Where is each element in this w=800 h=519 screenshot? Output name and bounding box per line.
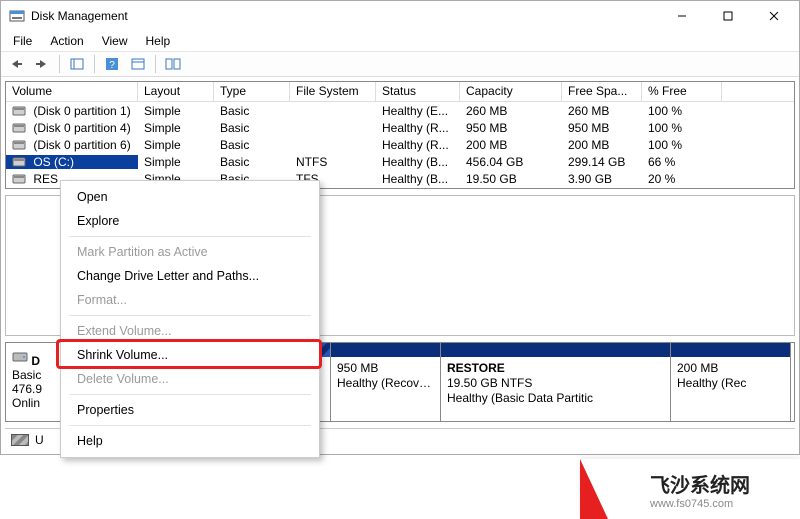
- menu-help[interactable]: Help: [138, 32, 179, 50]
- context-menu-separator: [69, 394, 311, 395]
- context-menu-item[interactable]: Change Drive Letter and Paths...: [61, 264, 319, 288]
- context-menu-item: Extend Volume...: [61, 319, 319, 343]
- back-button[interactable]: [5, 54, 27, 74]
- column-header-row: Volume Layout Type File System Status Ca…: [6, 82, 794, 102]
- toolbar-sep: [59, 55, 60, 73]
- help-icon[interactable]: ?: [101, 54, 123, 74]
- titlebar: Disk Management: [1, 1, 799, 31]
- minimize-button[interactable]: [659, 1, 705, 31]
- context-menu-separator: [69, 425, 311, 426]
- col-type[interactable]: Type: [214, 82, 290, 101]
- volume-row[interactable]: (Disk 0 partition 6)SimpleBasicHealthy (…: [6, 136, 794, 153]
- volume-icon: [12, 139, 28, 151]
- disk-label: D: [31, 354, 40, 368]
- app-icon: [9, 8, 25, 24]
- context-menu-item[interactable]: Properties: [61, 398, 319, 422]
- volume-list[interactable]: Volume Layout Type File System Status Ca…: [5, 81, 795, 189]
- volume-icon: [12, 156, 28, 168]
- volume-row[interactable]: (Disk 0 partition 1)SimpleBasicHealthy (…: [6, 102, 794, 119]
- legend-swatch: [11, 434, 29, 446]
- volume-row[interactable]: (Disk 0 partition 4)SimpleBasicHealthy (…: [6, 119, 794, 136]
- toolbar-detail-icon[interactable]: [162, 54, 184, 74]
- context-menu-item: Delete Volume...: [61, 367, 319, 391]
- volume-icon: [12, 105, 28, 117]
- menu-view[interactable]: View: [94, 32, 136, 50]
- col-layout[interactable]: Layout: [138, 82, 214, 101]
- forward-button[interactable]: [31, 54, 53, 74]
- col-pctfree[interactable]: % Free: [642, 82, 722, 101]
- menubar: File Action View Help: [1, 31, 799, 51]
- partition[interactable]: 200 MBHealthy (Rec: [671, 343, 791, 421]
- context-menu-separator: [69, 315, 311, 316]
- col-freespace[interactable]: Free Spa...: [562, 82, 642, 101]
- watermark: 飞沙系统网 www.fs0745.com: [580, 459, 800, 519]
- watermark-url: www.fs0745.com: [650, 498, 733, 510]
- context-menu-item[interactable]: Explore: [61, 209, 319, 233]
- toolbar-view-icon[interactable]: [66, 54, 88, 74]
- menu-file[interactable]: File: [5, 32, 40, 50]
- col-volume[interactable]: Volume: [6, 82, 138, 101]
- disk-icon: [12, 349, 28, 365]
- watermark-accent: [580, 459, 608, 519]
- maximize-button[interactable]: [705, 1, 751, 31]
- toolbar-list-icon[interactable]: [127, 54, 149, 74]
- partition[interactable]: 950 MBHealthy (Recovery: [331, 343, 441, 421]
- context-menu-item[interactable]: Shrink Volume...: [61, 343, 319, 367]
- col-filesystem[interactable]: File System: [290, 82, 376, 101]
- volume-icon: [12, 122, 28, 134]
- disk-size: 476.9: [12, 382, 42, 396]
- partition[interactable]: RESTORE19.50 GB NTFSHealthy (Basic Data …: [441, 343, 671, 421]
- close-button[interactable]: [751, 1, 797, 31]
- volume-row[interactable]: OS (C:)SimpleBasicNTFSHealthy (B...456.0…: [6, 153, 794, 170]
- toolbar: ?: [1, 51, 799, 77]
- menu-action[interactable]: Action: [42, 32, 91, 50]
- watermark-title: 飞沙系统网: [650, 469, 750, 498]
- col-capacity[interactable]: Capacity: [460, 82, 562, 101]
- volume-rows: (Disk 0 partition 1)SimpleBasicHealthy (…: [6, 102, 794, 187]
- context-menu-item[interactable]: Open: [61, 185, 319, 209]
- disk-type: Basic: [12, 368, 41, 382]
- context-menu[interactable]: OpenExplore Mark Partition as ActiveChang…: [60, 180, 320, 458]
- context-menu-item: Format...: [61, 288, 319, 312]
- legend-label: U: [35, 433, 44, 447]
- toolbar-sep: [94, 55, 95, 73]
- context-menu-item[interactable]: Help: [61, 429, 319, 453]
- context-menu-item: Mark Partition as Active: [61, 240, 319, 264]
- svg-text:?: ?: [109, 60, 115, 71]
- window-title: Disk Management: [31, 9, 659, 23]
- context-menu-separator: [69, 236, 311, 237]
- col-status[interactable]: Status: [376, 82, 460, 101]
- volume-icon: [12, 173, 28, 185]
- toolbar-sep: [155, 55, 156, 73]
- disk-status: Onlin: [12, 396, 40, 410]
